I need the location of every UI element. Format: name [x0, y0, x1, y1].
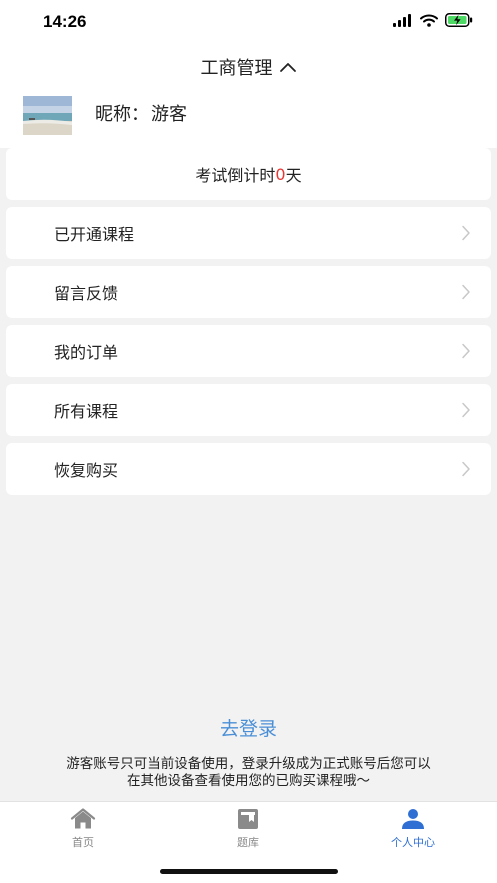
menu-item-label: 恢复购买: [54, 461, 119, 480]
avatar[interactable]: [23, 96, 72, 135]
tab-question-bank-label: 题库: [237, 836, 259, 849]
menu-item-my-orders[interactable]: 我的订单: [6, 325, 491, 377]
login-link[interactable]: 去登录: [0, 714, 497, 741]
menu-item-opened-courses[interactable]: 已开通课程: [6, 207, 491, 259]
tab-home-label: 首页: [72, 836, 94, 849]
countdown-suffix: 天: [285, 166, 302, 185]
chevron-right-icon: [462, 343, 470, 359]
menu-item-label: 留言反馈: [54, 284, 119, 303]
chevron-up-icon: [279, 63, 296, 72]
tab-profile[interactable]: 个人中心: [353, 808, 473, 858]
nickname-label: 昵称：: [95, 104, 149, 125]
major-selector[interactable]: 工商管理: [0, 54, 497, 80]
status-time: 14:26: [43, 12, 87, 31]
menu-item-label: 已开通课程: [54, 225, 135, 244]
battery-charging-icon: [445, 13, 473, 27]
tab-profile-label: 个人中心: [391, 836, 435, 849]
profile-header: 工商管理 昵称： 游客: [0, 44, 497, 148]
guest-notice: 游客账号只可当前设备使用，登录升级成为正式账号后您可以 在其他设备查看使用您的已…: [20, 756, 477, 790]
person-icon: [402, 809, 424, 829]
nickname-value: 游客: [151, 104, 187, 125]
guest-notice-line-1: 游客账号只可当前设备使用，登录升级成为正式账号后您可以: [66, 756, 431, 772]
exam-countdown-card: 考试倒计时 0 天: [6, 148, 491, 200]
wifi-icon: [420, 14, 438, 27]
nickname-row: 昵称： 游客: [95, 100, 187, 126]
question-bank-icon: [238, 809, 258, 829]
menu-item-label: 所有课程: [54, 402, 119, 421]
countdown-days: 0: [275, 164, 286, 184]
menu-item-restore-purchase[interactable]: 恢复购买: [6, 443, 491, 495]
home-icon: [70, 808, 96, 829]
countdown-prefix: 考试倒计时: [195, 166, 276, 185]
chevron-right-icon: [462, 284, 470, 300]
guest-notice-line-2: 在其他设备查看使用您的已购买课程哦～: [127, 773, 370, 789]
menu-item-all-courses[interactable]: 所有课程: [6, 384, 491, 436]
menu-item-feedback[interactable]: 留言反馈: [6, 266, 491, 318]
chevron-right-icon: [462, 225, 470, 241]
status-icons: [393, 13, 473, 27]
signal-icon: [393, 13, 411, 27]
page-title: 工商管理: [200, 58, 273, 79]
chevron-right-icon: [462, 461, 470, 477]
tab-question-bank[interactable]: 题库: [188, 808, 308, 858]
tab-home[interactable]: 首页: [23, 808, 143, 858]
beach-photo-icon: [23, 96, 72, 135]
chevron-right-icon: [462, 402, 470, 418]
home-indicator: [160, 869, 338, 874]
menu-item-label: 我的订单: [54, 343, 119, 362]
status-bar: 14:26: [0, 0, 497, 44]
